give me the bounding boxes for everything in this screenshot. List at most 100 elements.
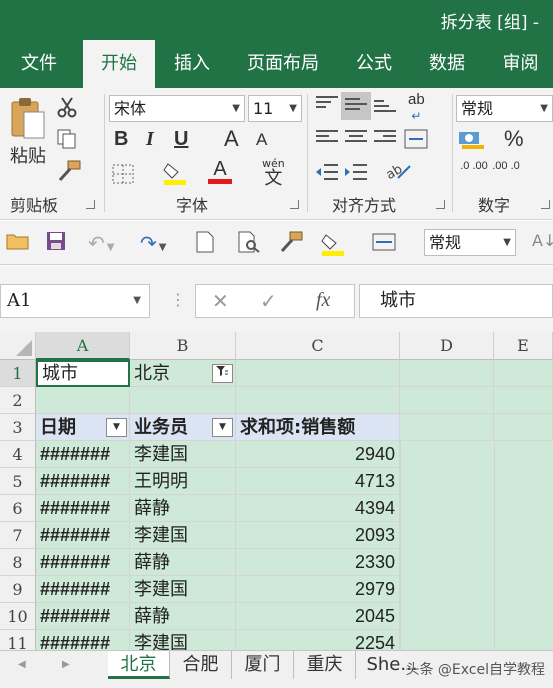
row-header-1[interactable]: 1 — [0, 360, 36, 387]
row-header-3[interactable]: 3 — [0, 414, 36, 441]
percent-button[interactable]: % — [504, 126, 524, 152]
row-header-10[interactable]: 10 — [0, 603, 36, 630]
phonetic-button[interactable]: wén 文 — [262, 158, 285, 189]
cell-c1[interactable] — [236, 360, 400, 387]
insert-function-icon[interactable]: fx — [316, 289, 330, 312]
increase-decimal-button[interactable]: .0 .00 — [460, 160, 488, 172]
tab-review[interactable]: 审阅 — [488, 40, 553, 88]
row-header-9[interactable]: 9 — [0, 576, 36, 603]
table-row-date[interactable]: ####### — [36, 468, 130, 495]
print-preview-icon[interactable] — [238, 231, 260, 258]
copy-icon[interactable] — [56, 128, 78, 155]
tab-home[interactable]: 开始 — [83, 40, 155, 88]
scroll-left-icon[interactable]: ◀ — [18, 659, 26, 670]
format-painter-icon[interactable] — [278, 231, 304, 258]
column-header-e[interactable]: E — [494, 332, 553, 360]
row-header-2[interactable]: 2 — [0, 387, 36, 414]
cell-e1[interactable] — [494, 360, 553, 387]
name-box[interactable]: A1 ▼ — [0, 284, 150, 318]
shrink-font-button[interactable]: A — [256, 130, 267, 150]
align-top-icon[interactable] — [316, 96, 338, 114]
row-header-7[interactable]: 7 — [0, 522, 36, 549]
merge-center-icon[interactable] — [404, 128, 430, 155]
table-row-date[interactable]: ####### — [36, 441, 130, 468]
clipboard-launcher-icon[interactable] — [86, 200, 95, 209]
align-left-icon[interactable] — [316, 130, 338, 148]
number-format-combo[interactable]: 常规 ▼ — [456, 95, 553, 122]
table-row-person[interactable]: 李建国 — [130, 522, 236, 549]
column-header-a[interactable]: A — [36, 332, 130, 360]
font-launcher-icon[interactable] — [290, 200, 299, 209]
row-header-6[interactable]: 6 — [0, 495, 36, 522]
table-row-person[interactable]: 李建国 — [130, 576, 236, 603]
wrap-text-button[interactable]: ab ↵ — [408, 92, 425, 124]
align-center-icon[interactable] — [345, 130, 367, 148]
cell-a2[interactable] — [36, 387, 130, 414]
column-width-icon[interactable] — [372, 231, 398, 258]
sort-icon[interactable]: A↓ — [532, 231, 553, 250]
decrease-indent-icon[interactable] — [314, 162, 340, 187]
cell-style-combo[interactable]: 常规 ▼ — [424, 229, 516, 256]
tab-file[interactable]: 文件 — [0, 40, 78, 88]
new-document-icon[interactable] — [196, 231, 214, 258]
table-row-amount[interactable]: 2254 — [236, 630, 400, 650]
table-row-date[interactable]: ####### — [36, 495, 130, 522]
table-row-date[interactable]: ####### — [36, 549, 130, 576]
number-launcher-icon[interactable] — [541, 200, 550, 209]
format-painter-icon[interactable] — [56, 160, 82, 187]
tab-data[interactable]: 数据 — [413, 40, 481, 88]
align-bottom-icon[interactable] — [374, 100, 396, 118]
cell-d1[interactable] — [400, 360, 494, 387]
table-row-person[interactable]: 薛静 — [130, 549, 236, 576]
table-row-date[interactable]: ####### — [36, 576, 130, 603]
undo-icon[interactable]: ↶ ▼ — [88, 231, 114, 255]
table-row-person[interactable]: 李建国 — [130, 630, 236, 650]
redo-icon[interactable]: ↷ ▼ — [140, 231, 166, 255]
table-row-person[interactable]: 薛静 — [130, 603, 236, 630]
fill-color-icon[interactable] — [320, 231, 346, 262]
table-row-amount[interactable]: 4394 — [236, 495, 400, 522]
font-name-combo[interactable]: 宋体 ▼ — [109, 95, 245, 122]
accounting-format-icon[interactable] — [458, 128, 488, 155]
table-row-amount[interactable]: 2979 — [236, 576, 400, 603]
table-row-date[interactable]: ####### — [36, 603, 130, 630]
table-row-amount[interactable]: 2330 — [236, 549, 400, 576]
cell-e2[interactable] — [494, 387, 553, 414]
column-header-b[interactable]: B — [130, 332, 236, 360]
filter-icon[interactable] — [212, 364, 233, 383]
font-size-combo[interactable]: 11 ▼ — [248, 95, 302, 122]
table-row-person[interactable]: 薛静 — [130, 495, 236, 522]
dropdown-icon[interactable]: ▼ — [212, 418, 233, 437]
tab-insert[interactable]: 插入 — [158, 40, 226, 88]
cell-b2[interactable] — [130, 387, 236, 414]
column-header-c[interactable]: C — [236, 332, 400, 360]
orientation-icon[interactable]: ab — [384, 160, 414, 187]
font-color-button[interactable]: A — [208, 158, 232, 184]
alignment-launcher-icon[interactable] — [436, 200, 445, 209]
table-row-person[interactable]: 李建国 — [130, 441, 236, 468]
table-row-amount[interactable]: 2940 — [236, 441, 400, 468]
row-header-11[interactable]: 11 — [0, 630, 36, 650]
tab-page-layout[interactable]: 页面布局 — [234, 40, 332, 88]
cell-d2[interactable] — [400, 387, 494, 414]
row-header-5[interactable]: 5 — [0, 468, 36, 495]
row-header-8[interactable]: 8 — [0, 549, 36, 576]
dropdown-icon[interactable]: ▼ — [106, 418, 127, 437]
cell-a1[interactable]: 城市 — [36, 360, 130, 387]
cancel-icon[interactable]: ✕ — [212, 289, 229, 313]
decrease-decimal-button[interactable]: .00 .0 — [492, 160, 520, 172]
paste-icon[interactable] — [8, 96, 48, 140]
grow-font-button[interactable]: A — [224, 126, 239, 152]
increase-indent-icon[interactable] — [343, 162, 369, 187]
cell-d3[interactable] — [400, 414, 494, 441]
sheet-tab-chongqing[interactable]: 重庆 — [294, 651, 356, 679]
tab-formulas[interactable]: 公式 — [340, 40, 408, 88]
align-middle-icon[interactable] — [345, 98, 367, 116]
table-row-person[interactable]: 王明明 — [130, 468, 236, 495]
table-row-amount[interactable]: 4713 — [236, 468, 400, 495]
border-icon[interactable] — [112, 164, 134, 189]
sheet-tab-beijing[interactable]: 北京 — [108, 651, 170, 679]
align-right-icon[interactable] — [374, 130, 396, 148]
bold-button[interactable]: B — [114, 128, 128, 151]
paste-label[interactable]: 粘贴 — [8, 142, 48, 168]
